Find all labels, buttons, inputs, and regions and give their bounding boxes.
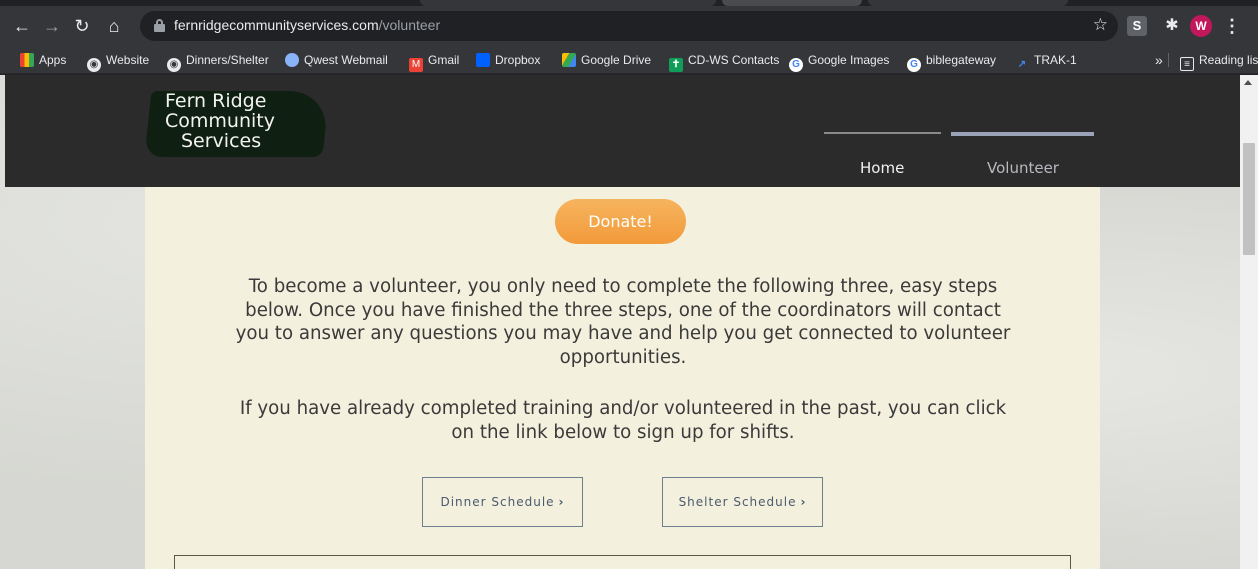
dinner-schedule-button[interactable]: Dinner Schedule › (422, 477, 583, 527)
chevron-right-icon: › (800, 495, 807, 509)
dinner-schedule-label: Dinner Schedule (440, 495, 555, 509)
reading-list-button[interactable]: ≡ Reading list (1180, 51, 1258, 71)
shelter-schedule-label: Shelter Schedule (678, 495, 797, 509)
shelter-schedule-button[interactable]: Shelter Schedule › (662, 477, 823, 527)
url-text[interactable]: fernridgecommunityservices.com/volunteer (174, 17, 440, 33)
reload-icon[interactable]: ↻ (70, 14, 94, 38)
drive-icon (562, 53, 576, 67)
bookmark-google-images[interactable]: G Google Images (789, 51, 889, 72)
logo-line: Services (181, 130, 262, 152)
bookmark-star-icon[interactable]: ☆ (1093, 15, 1108, 35)
extension-icon[interactable]: S (1127, 16, 1147, 36)
address-bar[interactable]: fernridgecommunityservices.com/volunteer… (140, 11, 1118, 41)
bookmark-cd-ws-contacts[interactable]: ✝ CD-WS Contacts (669, 51, 779, 72)
contacts-icon: ✝ (669, 58, 683, 72)
google-icon: G (789, 58, 803, 72)
gmail-icon: M (409, 58, 423, 72)
chevron-right-icon: › (558, 495, 565, 509)
home-icon[interactable]: ⌂ (102, 14, 126, 38)
apps-icon (20, 53, 34, 67)
bookmarks-overflow-icon[interactable]: » (1155, 51, 1163, 69)
nav-indicator-home (824, 132, 941, 134)
browser-menu-icon[interactable]: ⋮ (1222, 16, 1242, 36)
nav-volunteer[interactable]: Volunteer (987, 159, 1059, 177)
reading-list-icon: ≡ (1180, 57, 1194, 71)
logo-line: Fern Ridge (165, 90, 267, 112)
page-viewport: Fern Ridge Community Services Home Volun… (0, 75, 1240, 569)
bookmarks-bar: Apps ◉ Website ◉ Dinners/Shelter Qwest Web… (0, 46, 1258, 74)
logo-line: Community (165, 110, 275, 132)
bookmark-biblegateway[interactable]: Gbiblegateway (907, 51, 996, 72)
returning-volunteer-paragraph: If you have already completed training a… (239, 398, 1007, 443)
globe-icon: ◉ (167, 58, 181, 72)
bookmark-trak-1[interactable]: ↗ TRAK-1 (1015, 51, 1077, 70)
back-arrow-icon[interactable]: ← (10, 14, 34, 38)
bookmark-dropbox[interactable]: Dropbox (476, 51, 540, 69)
nav-indicator-volunteer (951, 132, 1094, 136)
google-icon: G (907, 58, 921, 72)
dropbox-icon (476, 53, 490, 67)
extensions-puzzle-icon[interactable]: ✱ (1162, 16, 1182, 36)
forward-arrow-icon[interactable]: → (40, 14, 64, 38)
donate-button[interactable]: Donate! (555, 199, 686, 244)
bookmark-website[interactable]: ◉ Website (87, 51, 149, 72)
bookmark-qwest-webmail[interactable]: Qwest Webmail (285, 51, 388, 69)
steps-section-box (174, 555, 1071, 569)
site-logo[interactable]: Fern Ridge Community Services (165, 91, 275, 151)
content-panel: Donate! To become a volunteer, you only … (145, 187, 1100, 569)
profile-avatar[interactable]: W (1190, 15, 1212, 37)
site-header: Fern Ridge Community Services Home Volun… (5, 75, 1240, 187)
scroll-thumb[interactable] (1243, 143, 1255, 255)
scroll-up-icon[interactable] (1244, 80, 1252, 85)
intro-paragraph: To become a volunteer, you only need to … (235, 276, 1011, 368)
globe-icon: ◉ (87, 58, 101, 72)
qwest-icon (285, 53, 299, 67)
bookmark-gmail[interactable]: M Gmail (409, 51, 459, 72)
bookmarks-separator (1168, 53, 1169, 67)
trak-icon: ↗ (1017, 59, 1027, 70)
lock-icon[interactable] (154, 19, 165, 32)
bookmark-google-drive[interactable]: Google Drive (562, 51, 651, 69)
page-scrollbar[interactable] (1240, 75, 1258, 569)
browser-toolbar: ← → ↻ ⌂ fernridgecommunityservices.com/v… (0, 6, 1258, 46)
bookmark-dinners-shelter[interactable]: ◉ Dinners/Shelter (167, 51, 269, 72)
bookmark-apps[interactable]: Apps (20, 51, 66, 69)
nav-home[interactable]: Home (860, 159, 904, 177)
